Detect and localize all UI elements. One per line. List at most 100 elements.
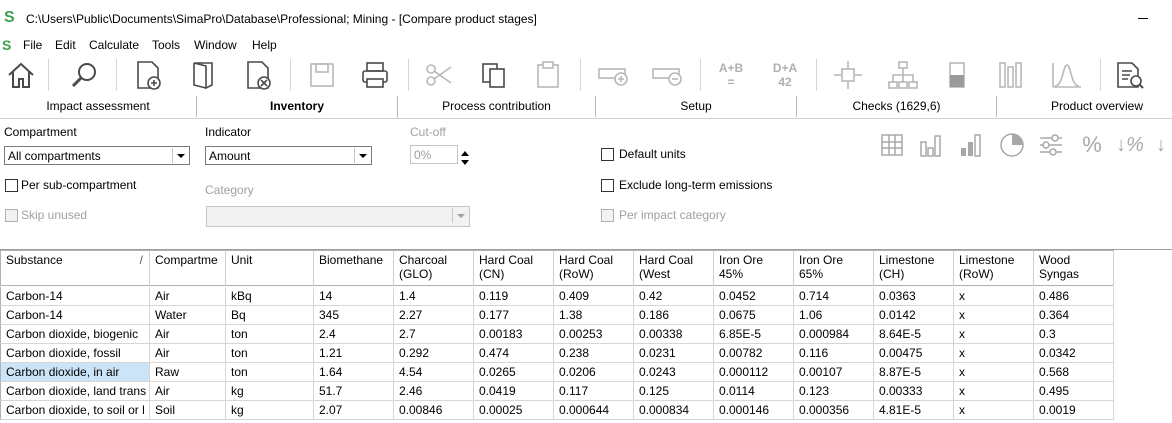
percent-sort-icon[interactable]: ↓% <box>1116 130 1144 160</box>
table-cell[interactable]: ton <box>226 344 314 363</box>
column-header[interactable]: Compartme <box>150 250 226 286</box>
table-cell[interactable]: 0.00333 <box>874 382 954 401</box>
table-cell[interactable]: kBq <box>226 287 314 306</box>
menu-edit[interactable]: Edit <box>55 38 76 52</box>
column-header[interactable]: Substance / <box>0 250 150 286</box>
table-cell[interactable]: 0.0675 <box>714 306 794 325</box>
save-icon[interactable] <box>304 57 340 93</box>
add-calc-icon[interactable] <box>596 57 632 93</box>
table-cell[interactable]: 0.000834 <box>634 401 714 420</box>
grouped-bar-icon[interactable] <box>918 130 946 160</box>
menu-file[interactable]: File <box>23 38 42 52</box>
table-cell[interactable]: Water <box>150 306 226 325</box>
column-header[interactable]: Iron Ore 65% <box>794 250 874 286</box>
table-cell[interactable]: 0.568 <box>1034 363 1114 382</box>
table-cell[interactable]: 0.3 <box>1034 325 1114 344</box>
table-cell[interactable]: 345 <box>314 306 394 325</box>
column-header[interactable]: Limestone (RoW) <box>954 250 1034 286</box>
column-header[interactable]: Unit <box>226 250 314 286</box>
bar-chart-icon[interactable] <box>994 57 1030 93</box>
column-header[interactable]: Iron Ore 45% <box>714 250 794 286</box>
compare-a-b-icon[interactable]: A+B = <box>713 57 749 93</box>
table-cell[interactable]: 2.4 <box>314 325 394 344</box>
table-cell[interactable]: 0.00183 <box>474 325 554 344</box>
table-cell[interactable]: 14 <box>314 287 394 306</box>
table-cell[interactable]: 0.00025 <box>474 401 554 420</box>
table-cell[interactable]: kg <box>226 401 314 420</box>
menu-window[interactable]: Window <box>194 38 237 52</box>
table-cell[interactable]: 0.116 <box>794 344 874 363</box>
per-sub-compartment-checkbox[interactable] <box>5 179 18 192</box>
column-header[interactable]: Hard Coal (CN) <box>474 250 554 286</box>
table-cell[interactable]: 0.0265 <box>474 363 554 382</box>
table-cell[interactable]: Carbon-14 <box>0 306 150 325</box>
settings-sliders-icon[interactable] <box>1037 130 1065 160</box>
table-cell[interactable]: x <box>954 287 1034 306</box>
table-cell[interactable]: 0.495 <box>1034 382 1114 401</box>
compartment-select[interactable]: All compartments <box>4 146 190 165</box>
tree-icon[interactable] <box>885 57 921 93</box>
table-cell[interactable]: x <box>954 325 1034 344</box>
table-cell[interactable]: kg <box>226 382 314 401</box>
table-cell[interactable]: Carbon-14 <box>0 287 150 306</box>
document-system-menu-icon[interactable]: S <box>2 37 11 53</box>
table-cell[interactable]: 2.46 <box>394 382 474 401</box>
skip-unused-checkbox[interactable] <box>5 209 18 222</box>
table-cell[interactable]: 2.27 <box>394 306 474 325</box>
print-icon[interactable] <box>357 57 393 93</box>
table-cell[interactable]: 1.64 <box>314 363 394 382</box>
table-cell[interactable]: 0.000146 <box>714 401 794 420</box>
table-cell[interactable]: 0.0231 <box>634 344 714 363</box>
table-cell[interactable]: x <box>954 401 1034 420</box>
table-cell[interactable]: 1.06 <box>794 306 874 325</box>
tab-process-contribution[interactable]: Process contribution <box>398 96 596 117</box>
table-cell[interactable]: Carbon dioxide, biogenic <box>0 325 150 344</box>
table-cell[interactable]: 0.000112 <box>714 363 794 382</box>
column-header[interactable]: Hard Coal (RoW) <box>554 250 634 286</box>
new-document-icon[interactable] <box>130 57 166 93</box>
table-cell[interactable]: ton <box>226 325 314 344</box>
menu-calculate[interactable]: Calculate <box>89 38 139 52</box>
table-cell[interactable]: 0.123 <box>794 382 874 401</box>
table-cell[interactable]: 2.7 <box>394 325 474 344</box>
table-cell[interactable]: 0.0243 <box>634 363 714 382</box>
table-cell[interactable]: 0.486 <box>1034 287 1114 306</box>
tab-product-overview[interactable]: Product overview <box>997 96 1172 117</box>
cut-icon[interactable] <box>421 57 457 93</box>
table-cell[interactable]: 0.0452 <box>714 287 794 306</box>
percent-icon[interactable]: % <box>1078 130 1106 160</box>
search-icon[interactable] <box>67 57 103 93</box>
table-cell[interactable]: ton <box>226 363 314 382</box>
table-cell[interactable]: 0.364 <box>1034 306 1114 325</box>
table-cell[interactable]: Air <box>150 287 226 306</box>
table-cell[interactable]: 0.00253 <box>554 325 634 344</box>
table-cell[interactable]: 0.000644 <box>554 401 634 420</box>
table-cell[interactable]: Air <box>150 325 226 344</box>
table-cell[interactable]: x <box>954 363 1034 382</box>
table-cell[interactable]: 0.00782 <box>714 344 794 363</box>
pie-chart-icon[interactable] <box>998 130 1026 160</box>
table-cell[interactable]: 0.0114 <box>714 382 794 401</box>
table-cell[interactable]: 0.409 <box>554 287 634 306</box>
default-units-checkbox[interactable] <box>601 148 614 161</box>
sort-icon[interactable]: ↓ <box>1156 130 1172 160</box>
table-cell[interactable]: 8.64E-5 <box>874 325 954 344</box>
table-cell[interactable]: 0.00338 <box>634 325 714 344</box>
table-cell[interactable]: Carbon dioxide, fossil <box>0 344 150 363</box>
table-cell[interactable]: 0.0206 <box>554 363 634 382</box>
table-cell[interactable]: 6.85E-5 <box>714 325 794 344</box>
table-cell[interactable]: 0.0019 <box>1034 401 1114 420</box>
column-header[interactable]: Limestone (CH) <box>874 250 954 286</box>
subtract-calc-icon[interactable] <box>650 57 686 93</box>
table-cell[interactable]: 0.177 <box>474 306 554 325</box>
table-cell[interactable]: 0.0342 <box>1034 344 1114 363</box>
table-cell[interactable]: 2.07 <box>314 401 394 420</box>
table-cell[interactable]: 4.81E-5 <box>874 401 954 420</box>
single-score-icon[interactable] <box>940 57 976 93</box>
paste-icon[interactable] <box>530 57 566 93</box>
close-document-icon[interactable] <box>240 57 276 93</box>
table-cell[interactable]: x <box>954 344 1034 363</box>
table-cell[interactable]: 0.117 <box>554 382 634 401</box>
table-cell[interactable]: Air <box>150 382 226 401</box>
cutoff-up-arrow-icon[interactable] <box>460 146 470 156</box>
